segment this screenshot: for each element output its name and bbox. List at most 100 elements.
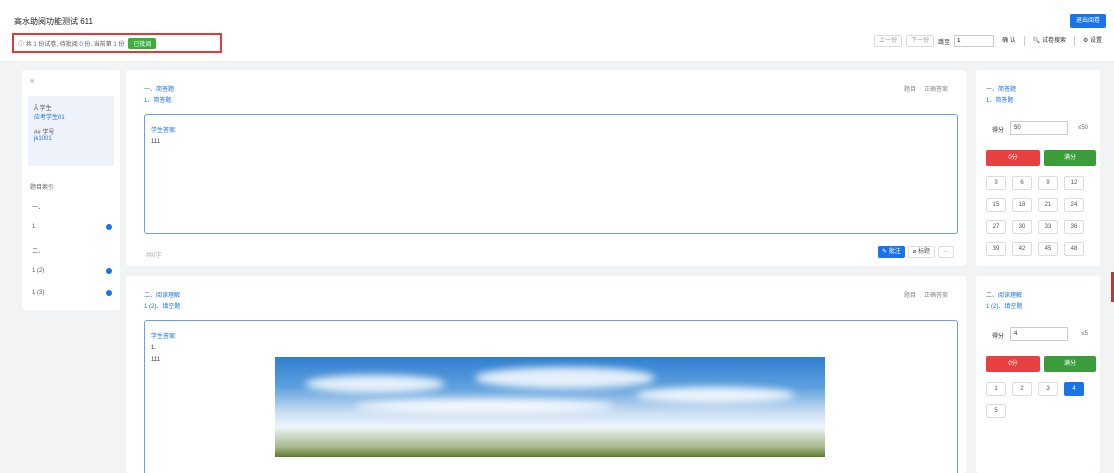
quick-score-grid: 1234 5 — [986, 382, 1084, 418]
quick-score-button[interactable]: 4 — [1064, 382, 1084, 396]
quick-score-button[interactable]: 5 — [986, 404, 1006, 418]
summary-mid1: 份试卷, 待批阅 — [38, 41, 78, 48]
full-score-button[interactable]: 满分 — [1044, 356, 1096, 372]
answered-dot-icon — [106, 224, 112, 230]
quick-score-button[interactable]: 48 — [1064, 242, 1084, 256]
left-sidebar: « Ã 学生 应考学生01 ## 学号 jk1001 题目索引 一、 1 二、 … — [22, 70, 120, 310]
summary-prefix: ⓘ 共 — [18, 41, 32, 48]
student-id: jk1001 — [34, 136, 52, 142]
quick-score-button[interactable]: 45 — [1038, 242, 1058, 256]
answer-image — [275, 357, 825, 457]
zero-score-button[interactable]: 0分 — [986, 356, 1040, 372]
quick-score-button[interactable]: 36 — [1064, 220, 1084, 234]
index-item-1-2[interactable]: 1 (2) — [32, 268, 112, 274]
quick-score-button[interactable]: 1 — [986, 382, 1006, 396]
question-subtitle: 1 (2)、填空题 — [144, 304, 181, 310]
student-name: 应考学生01 — [34, 115, 65, 121]
cloud-shape — [475, 367, 655, 389]
summary-mid2: 份, 当前第 — [84, 41, 112, 48]
question-title: 一、简答题 — [144, 87, 175, 93]
quick-score-button[interactable]: 2 — [1012, 382, 1032, 396]
card-actions: 题目 正确答案 — [904, 290, 948, 299]
answer-line-2: 111 — [151, 357, 161, 363]
index-item-label: 一、 — [32, 205, 45, 211]
full-score-button[interactable]: 满分 — [1044, 150, 1096, 166]
page-title: 高水助阅功能测试 611 — [14, 17, 93, 26]
nav-toolbar: 上一份 下一份 跳至 确 认 🔍 试卷搜索 ⚙ 设置 — [874, 35, 1106, 47]
jump-input[interactable] — [954, 35, 995, 47]
quick-score-button[interactable]: 9 — [1038, 176, 1058, 190]
question-index-title: 题目索引 — [30, 185, 55, 191]
max-score: ≤50 — [1078, 125, 1088, 131]
quick-score-button[interactable]: 3 — [986, 176, 1006, 190]
quick-score-button[interactable]: 30 — [1012, 220, 1032, 234]
score-panel-title: 二、阅读理解 — [986, 293, 1023, 299]
quick-score-button[interactable]: 12 — [1064, 176, 1084, 190]
quick-score-button[interactable]: 27 — [986, 220, 1006, 234]
quick-score-button[interactable]: 24 — [1064, 198, 1084, 212]
question-title: 二、阅读理解 — [144, 293, 181, 299]
index-item-section-1[interactable]: 一、 — [32, 202, 112, 211]
score-label: 得分 — [992, 128, 1005, 134]
progress-summary: ⓘ 共 1 份试卷, 待批阅 0 份, 当前第 1 份 已批阅 — [12, 33, 222, 53]
index-item-section-2[interactable]: 二、 — [32, 246, 112, 255]
mark-button[interactable]: ⌀ 标题 — [907, 246, 935, 258]
quick-score-button[interactable]: 18 — [1012, 198, 1032, 212]
quick-score-grid: 3 6 9 12 15 18 21 24 27 30 33 36 39 42 45 48 — [986, 176, 1084, 256]
quick-score-button[interactable]: 15 — [986, 198, 1006, 212]
quick-score-button[interactable]: 21 — [1038, 198, 1058, 212]
quick-score-button[interactable]: 6 — [1012, 176, 1032, 190]
divider — [1073, 36, 1075, 46]
top-bar: 高水助阅功能测试 611 退出阅卷 ⓘ 共 1 份试卷, 待批阅 0 份, 当前… — [0, 0, 1114, 62]
more-button[interactable]: ··· — [938, 246, 954, 258]
score-input[interactable]: 4 — [1010, 327, 1068, 341]
answer-label: 学生答案: — [151, 334, 177, 340]
answer-line-1: 1. — [151, 345, 157, 351]
jump-label: 跳至 — [938, 39, 951, 46]
summary-current: 1 — [113, 41, 117, 48]
score-label: 得分 — [992, 334, 1005, 340]
index-item-1[interactable]: 1 — [32, 224, 112, 230]
confirm-button[interactable]: 确 认 — [998, 35, 1020, 47]
max-score: ≤5 — [1081, 331, 1088, 337]
cloud-shape — [635, 387, 795, 403]
index-item-label: 二、 — [32, 249, 45, 255]
answer-text: 111 — [151, 139, 161, 145]
score-input[interactable]: 50 — [1010, 121, 1068, 135]
word-count: 共0字 — [146, 253, 162, 259]
prev-paper-button[interactable]: 上一份 — [874, 35, 903, 47]
summary-total: 1 — [33, 41, 37, 48]
correct-answer-link[interactable]: 正确答案 — [924, 290, 948, 299]
answer-box: 学生答案: 111 — [144, 114, 958, 234]
score-panel-subtitle: 1 (2)、填空题 — [986, 304, 1023, 310]
correct-answer-link[interactable]: 正确答案 — [924, 84, 948, 93]
answered-dot-icon — [106, 268, 112, 274]
card-actions: 题目 正确答案 — [904, 84, 948, 93]
summary-suffix: 份 — [118, 41, 125, 48]
summary-pending: 0 — [79, 41, 83, 48]
summary-text: ⓘ 共 1 份试卷, 待批阅 0 份, 当前第 1 份 — [18, 39, 124, 48]
index-item-1-3[interactable]: 1 (3) — [32, 290, 112, 296]
answer-label: 学生答案: — [151, 128, 177, 134]
index-item-label: 1 — [32, 224, 36, 230]
settings-button[interactable]: ⚙ 设置 — [1078, 35, 1106, 47]
quick-score-button[interactable]: 39 — [986, 242, 1006, 256]
cloud-shape — [355, 399, 615, 413]
next-paper-button[interactable]: 下一份 — [906, 35, 935, 47]
score-panel-title: 一、简答题 — [986, 87, 1017, 93]
exit-grading-button[interactable]: 退出阅卷 — [1069, 14, 1106, 28]
quick-score-button[interactable]: 42 — [1012, 242, 1032, 256]
question-subtitle: 1、简答题 — [144, 98, 172, 104]
quick-score-button[interactable]: 33 — [1038, 220, 1058, 234]
answered-dot-icon — [106, 290, 112, 296]
cloud-shape — [305, 375, 445, 393]
question-card-1: 一、简答题 1、简答题 题目 正确答案 学生答案: 111 共0字 ✎ 批注 ⌀… — [126, 70, 966, 266]
view-question-link[interactable]: 题目 — [904, 84, 916, 93]
paper-search-button[interactable]: 🔍 试卷搜索 — [1028, 35, 1070, 47]
annotate-button[interactable]: ✎ 批注 — [878, 246, 905, 258]
student-info-card: Ã 学生 应考学生01 ## 学号 jk1001 — [28, 96, 114, 166]
collapse-icon[interactable]: « — [30, 76, 34, 85]
quick-score-button[interactable]: 3 — [1038, 382, 1058, 396]
zero-score-button[interactable]: 0分 — [986, 150, 1040, 166]
view-question-link[interactable]: 题目 — [904, 290, 916, 299]
